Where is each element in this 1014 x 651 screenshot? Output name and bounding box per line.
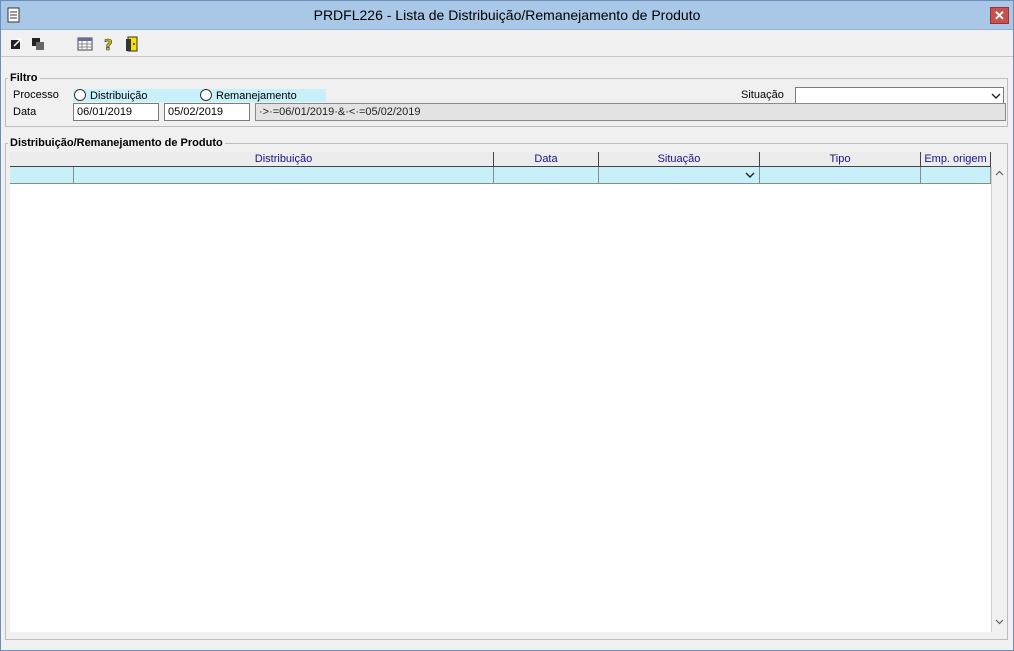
radio-distribuicao[interactable] bbox=[74, 89, 86, 101]
data-to-input[interactable]: 05/02/2019 bbox=[164, 103, 250, 121]
column-header-data[interactable]: Data bbox=[494, 152, 599, 167]
cell-situacao-select[interactable] bbox=[599, 167, 760, 184]
radio-remanejamento[interactable] bbox=[200, 89, 212, 101]
list-legend: Distribuição/Remanejamento de Produto bbox=[10, 137, 223, 149]
date-expression: ·>·=06/01/2019·&·<·=05/02/2019 bbox=[255, 103, 1006, 121]
column-header-tipo[interactable]: Tipo bbox=[760, 152, 921, 167]
cell-distribuicao[interactable] bbox=[74, 167, 494, 184]
help-icon[interactable]: ? bbox=[101, 36, 117, 52]
row-selector[interactable] bbox=[10, 167, 74, 184]
column-header-emp-origem[interactable]: Emp. origem bbox=[921, 152, 991, 167]
scroll-down-icon[interactable] bbox=[992, 616, 1007, 631]
cell-data[interactable] bbox=[494, 167, 599, 184]
row-selector-header bbox=[10, 152, 74, 167]
data-grid: Distribuição Data Situação Tipo Emp. ori… bbox=[10, 152, 1007, 632]
chevron-down-icon bbox=[745, 172, 755, 178]
exit-door-icon[interactable] bbox=[124, 36, 140, 52]
title-bar: PRDFL226 - Lista de Distribuição/Remanej… bbox=[1, 1, 1013, 30]
copy-icon[interactable] bbox=[30, 36, 46, 52]
column-header-distribuicao[interactable]: Distribuição bbox=[74, 152, 494, 167]
cell-tipo[interactable] bbox=[760, 167, 921, 184]
window-title: PRDFL226 - Lista de Distribuição/Remanej… bbox=[313, 7, 701, 23]
grid-body bbox=[10, 167, 992, 632]
radio-remanejamento-label[interactable]: Remanejamento bbox=[216, 90, 297, 102]
chevron-down-icon bbox=[991, 93, 1001, 99]
column-header-situacao[interactable]: Situação bbox=[599, 152, 760, 167]
scroll-up-icon[interactable] bbox=[992, 168, 1007, 183]
situacao-label: Situação bbox=[741, 89, 784, 101]
app-window: PRDFL226 - Lista de Distribuição/Remanej… bbox=[0, 0, 1014, 651]
data-from-input[interactable]: 06/01/2019 bbox=[73, 103, 159, 121]
close-button[interactable]: ✕ bbox=[990, 7, 1009, 24]
svg-text:?: ? bbox=[104, 36, 113, 52]
vertical-scrollbar[interactable] bbox=[991, 167, 1007, 632]
toolbar: ? bbox=[1, 31, 1013, 57]
filter-legend: Filtro bbox=[10, 72, 38, 84]
processo-label: Processo bbox=[13, 89, 59, 101]
radio-distribuicao-label[interactable]: Distribuição bbox=[90, 90, 147, 102]
cell-emp-origem[interactable] bbox=[921, 167, 991, 184]
export-icon[interactable] bbox=[9, 36, 25, 52]
grid-icon[interactable] bbox=[77, 36, 93, 52]
data-label: Data bbox=[13, 106, 37, 118]
